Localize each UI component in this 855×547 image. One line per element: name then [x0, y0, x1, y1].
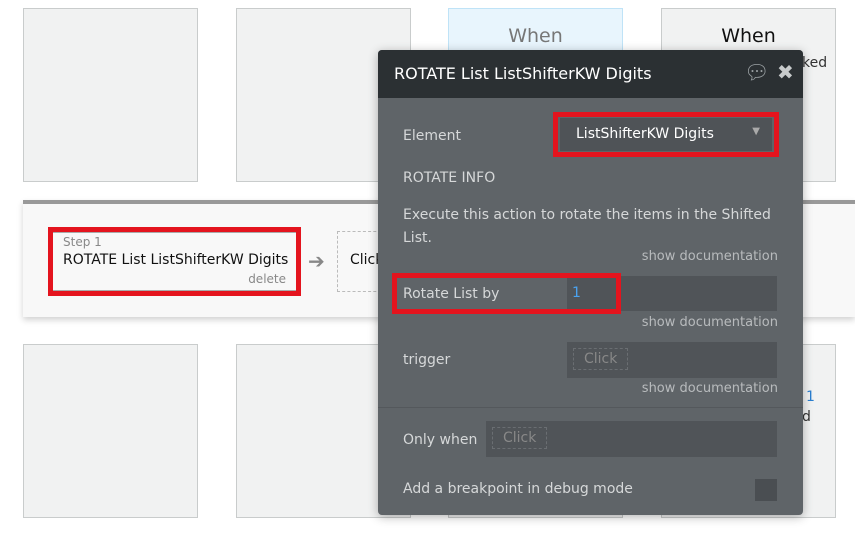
- chevron-down-icon: ▼: [752, 126, 760, 137]
- section-heading: ROTATE INFO: [403, 170, 496, 186]
- card-subtitle: ked: [802, 55, 828, 71]
- workflow-card[interactable]: [23, 344, 198, 518]
- only-when-placeholder: Click: [492, 427, 548, 449]
- rotate-by-label: Rotate List by: [403, 286, 500, 302]
- arrow-right-icon: ➔: [308, 249, 325, 273]
- action-editor-panel: ROTATE List ListShifterKW Digits 💬︎ ✖ El…: [378, 50, 803, 515]
- element-dropdown[interactable]: ListShifterKW Digits ▼: [560, 118, 772, 151]
- close-icon[interactable]: ✖: [777, 60, 794, 84]
- card-title: When: [721, 25, 776, 47]
- breakpoint-checkbox[interactable]: [755, 479, 777, 501]
- trigger-input[interactable]: Click: [567, 342, 777, 378]
- divider: [378, 407, 803, 408]
- show-documentation-link[interactable]: show documentation: [642, 249, 778, 264]
- element-label: Element: [403, 128, 461, 144]
- action-description: Execute this action to rotate the items …: [403, 207, 771, 246]
- only-when-input[interactable]: Click: [486, 421, 777, 457]
- only-when-label: Only when: [403, 432, 478, 448]
- step-label: Step 1: [63, 235, 102, 249]
- show-documentation-link[interactable]: show documentation: [642, 381, 778, 396]
- card-title: When: [508, 25, 563, 47]
- trigger-placeholder: Click: [573, 348, 629, 370]
- breakpoint-label: Add a breakpoint in debug mode: [403, 481, 633, 497]
- element-value: ListShifterKW Digits: [576, 126, 714, 142]
- step-1-card[interactable]: Step 1 ROTATE List ListShifterKW Digits …: [48, 227, 301, 296]
- card-text: d: [802, 409, 811, 425]
- card-text: 1: [806, 389, 815, 405]
- show-documentation-link[interactable]: show documentation: [642, 315, 778, 330]
- panel-header: ROTATE List ListShifterKW Digits 💬︎ ✖: [378, 50, 803, 98]
- step-name: ROTATE List ListShifterKW Digits: [63, 252, 289, 268]
- comment-icon[interactable]: 💬︎: [744, 60, 769, 84]
- trigger-label: trigger: [403, 352, 451, 368]
- delete-link[interactable]: delete: [248, 272, 286, 286]
- workflow-card[interactable]: [23, 8, 198, 182]
- panel-title: ROTATE List ListShifterKW Digits: [394, 64, 652, 83]
